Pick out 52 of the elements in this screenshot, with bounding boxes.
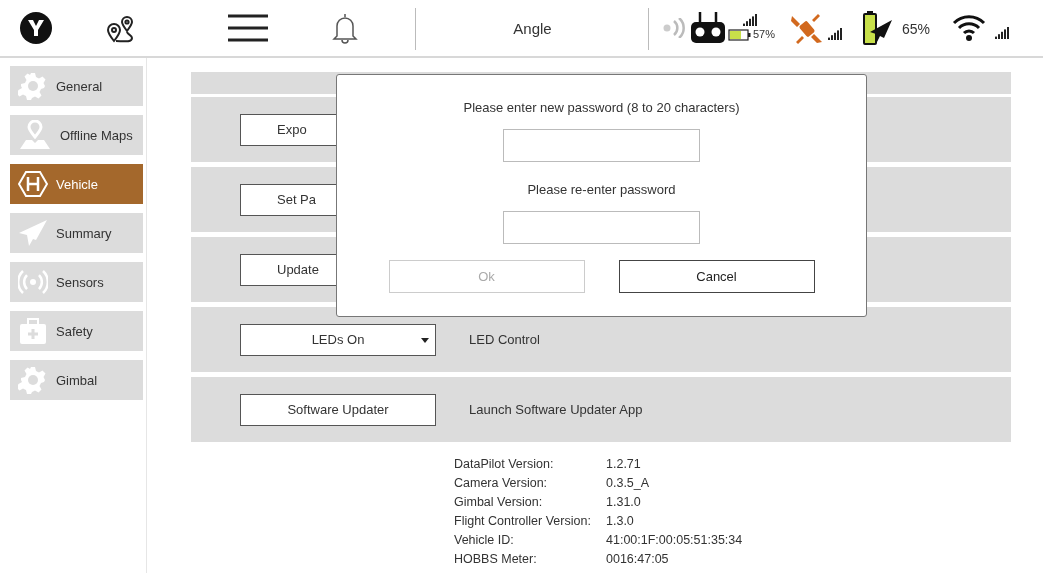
caret-icon bbox=[421, 337, 429, 343]
map-route-icon[interactable] bbox=[106, 13, 136, 45]
dialog-prompt: Please enter new password (8 to 20 characters) bbox=[463, 100, 740, 115]
broadcast-icon bbox=[18, 267, 48, 297]
info-label: Flight Controller Version: bbox=[454, 513, 592, 529]
info-value: 0.3.5_A bbox=[606, 475, 651, 491]
paper-plane-icon bbox=[18, 218, 48, 248]
sidebar-item[interactable]: Offline Maps bbox=[10, 115, 143, 155]
info-label: Gimbal Version: bbox=[454, 494, 544, 510]
helipad-icon bbox=[18, 169, 48, 199]
dialog-prompt: Please re-enter password bbox=[527, 182, 676, 197]
logo-icon[interactable] bbox=[20, 12, 52, 44]
sidebar-item[interactable]: General bbox=[10, 66, 143, 106]
setting-description: LED Control bbox=[469, 332, 540, 347]
notification-bell-icon[interactable] bbox=[332, 12, 358, 44]
signal-bars-icon bbox=[743, 14, 757, 26]
info-value: 41:00:1F:00:05:51:35:34 bbox=[606, 532, 744, 548]
gear-icon bbox=[18, 71, 48, 101]
sidebar-item[interactable]: Safety bbox=[10, 311, 143, 351]
signal-bars-icon bbox=[828, 28, 842, 40]
signal-bars-icon bbox=[995, 27, 1009, 39]
setting-description: Launch Software Updater App bbox=[469, 402, 643, 417]
dialog-button[interactable]: Cancel bbox=[618, 260, 815, 293]
sidebar-item[interactable]: Summary bbox=[10, 213, 143, 253]
remote-controller-icon bbox=[690, 12, 726, 44]
info-label: HOBBS Meter: bbox=[454, 551, 538, 567]
map-pin-icon bbox=[18, 120, 52, 150]
satellite-icon bbox=[790, 12, 824, 46]
battery-plane-icon bbox=[862, 10, 892, 46]
screen-title: Angle bbox=[512, 20, 553, 37]
led-dropdown[interactable]: LEDs On bbox=[240, 323, 436, 356]
info-value: 0016:47:05 bbox=[606, 551, 670, 567]
wifi-icon bbox=[952, 14, 986, 42]
signal-waves-icon bbox=[662, 18, 686, 38]
password-field[interactable] bbox=[503, 129, 700, 162]
drone-battery-percent: 65% bbox=[902, 21, 931, 37]
setting-button[interactable]: Software Updater bbox=[240, 393, 436, 426]
first-aid-kit-icon bbox=[18, 316, 48, 346]
info-value: 1.3.0 bbox=[606, 513, 635, 529]
info-value: 1.2.71 bbox=[606, 456, 642, 472]
info-label: Vehicle ID: bbox=[454, 532, 515, 548]
password-field[interactable] bbox=[503, 211, 700, 244]
menu-icon[interactable] bbox=[228, 14, 268, 42]
sidebar-item[interactable]: Gimbal bbox=[10, 360, 143, 400]
info-label: DataPilot Version: bbox=[454, 456, 555, 472]
gear-icon bbox=[18, 365, 48, 395]
sidebar-item[interactable]: Vehicle bbox=[10, 164, 143, 204]
info-label: Camera Version: bbox=[454, 475, 549, 491]
battery-icon bbox=[728, 29, 751, 41]
sidebar-item[interactable]: Sensors bbox=[10, 262, 143, 302]
info-value: 1.31.0 bbox=[606, 494, 642, 510]
controller-battery-percent: 57% bbox=[753, 28, 776, 40]
